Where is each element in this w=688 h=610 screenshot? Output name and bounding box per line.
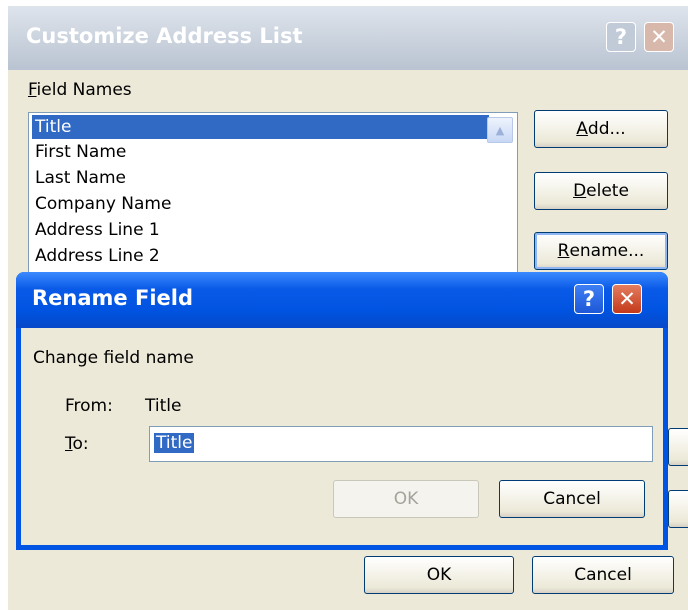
rename-button[interactable]: Rename... (534, 232, 668, 270)
list-item-selected[interactable]: Title (32, 115, 489, 139)
field-names-list[interactable]: Title First Name Last Name Company Name Addr… (28, 112, 518, 282)
outer-title-bar[interactable]: Customize Address List ? ✕ (8, 6, 688, 70)
rename-cancel-button[interactable]: Cancel (499, 480, 645, 518)
inner-title-bar[interactable]: Rename Field ? ✕ (16, 272, 668, 328)
help-icon: ? (582, 287, 596, 311)
to-label: To: (65, 434, 89, 454)
outer-dialog-title: Customize Address List (26, 24, 303, 48)
close-icon: ✕ (618, 287, 636, 311)
rename-ok-button[interactable]: OK (333, 480, 479, 518)
outer-cancel-button[interactable]: Cancel (532, 556, 674, 594)
close-icon: ✕ (650, 25, 668, 49)
list-item[interactable]: Last Name (29, 165, 517, 191)
scroll-up-arrow-icon[interactable]: ▲ (487, 117, 513, 143)
change-field-name-label: Change field name (33, 348, 194, 368)
to-field-value: Title (154, 433, 195, 453)
partial-button-2[interactable] (668, 490, 688, 528)
list-item[interactable]: First Name (29, 139, 517, 165)
partial-button-1[interactable] (668, 428, 688, 466)
delete-button[interactable]: Delete (534, 172, 668, 210)
list-item[interactable]: Address Line 1 (29, 217, 517, 243)
list-item[interactable]: Company Name (29, 191, 517, 217)
add-button[interactable]: Add... (534, 110, 668, 148)
from-value: Title (145, 396, 182, 416)
rename-help-button[interactable]: ? (574, 284, 604, 314)
help-icon: ? (614, 25, 628, 49)
field-names-label: Field Names (28, 80, 132, 100)
rename-dialog-title: Rename Field (32, 286, 193, 310)
outer-ok-button[interactable]: OK (364, 556, 514, 594)
to-field-input[interactable]: Title (149, 426, 653, 462)
rename-close-button[interactable]: ✕ (612, 284, 642, 314)
from-label: From: (65, 396, 113, 416)
outer-close-button[interactable]: ✕ (644, 22, 674, 52)
list-item[interactable]: Address Line 2 (29, 243, 517, 269)
outer-help-button[interactable]: ? (606, 22, 636, 52)
rename-dialog-body: Change field name From: Title To: Title … (21, 328, 663, 545)
rename-field-dialog: Rename Field ? ✕ Change field name From:… (16, 272, 668, 550)
